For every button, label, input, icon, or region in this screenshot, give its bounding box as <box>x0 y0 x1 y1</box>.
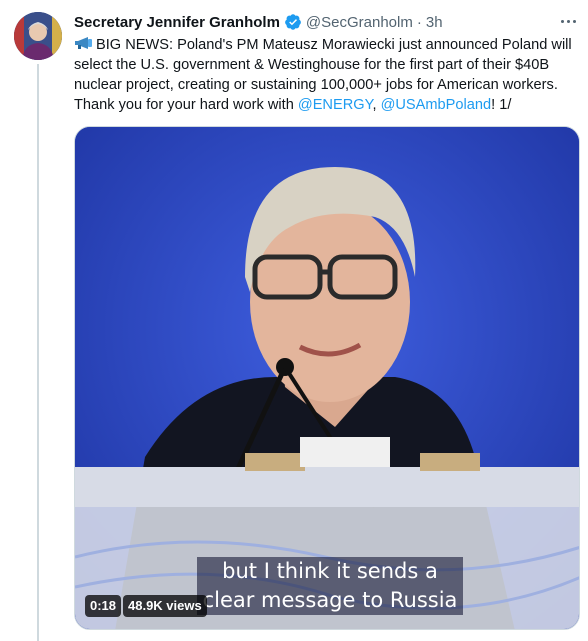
tweet-text-end: ! 1/ <box>491 97 512 113</box>
video-time-badge: 0:18 <box>85 595 122 617</box>
video-player[interactable]: but I think it sends a clear message to … <box>74 126 580 630</box>
mention-energy[interactable]: @ENERGY <box>298 97 373 113</box>
verified-badge-icon <box>284 13 302 31</box>
tweet-header: Secretary Jennifer Granholm @SecGranholm… <box>74 12 578 32</box>
separator-dot: · <box>416 13 422 31</box>
avatar[interactable] <box>14 12 62 60</box>
mention-usambpoland[interactable]: @USAmbPoland <box>381 97 492 113</box>
more-options-icon[interactable] <box>556 14 580 28</box>
thread-line <box>37 64 39 641</box>
video-subtitle-line1: but I think it sends a <box>197 557 463 586</box>
author-handle[interactable]: @SecGranholm <box>306 14 413 31</box>
tweet-text-comma: , <box>372 97 381 113</box>
author-name[interactable]: Secretary Jennifer Granholm <box>74 14 280 31</box>
video-subtitle-line2: clear message to Russia <box>197 586 463 615</box>
timestamp[interactable]: 3h <box>426 14 443 31</box>
video-frame-image <box>75 127 579 629</box>
megaphone-icon <box>74 36 94 50</box>
video-views-badge: 48.9K views <box>123 595 207 617</box>
tweet-text: BIG NEWS: Poland's PM Mateusz Morawiecki… <box>74 35 582 115</box>
